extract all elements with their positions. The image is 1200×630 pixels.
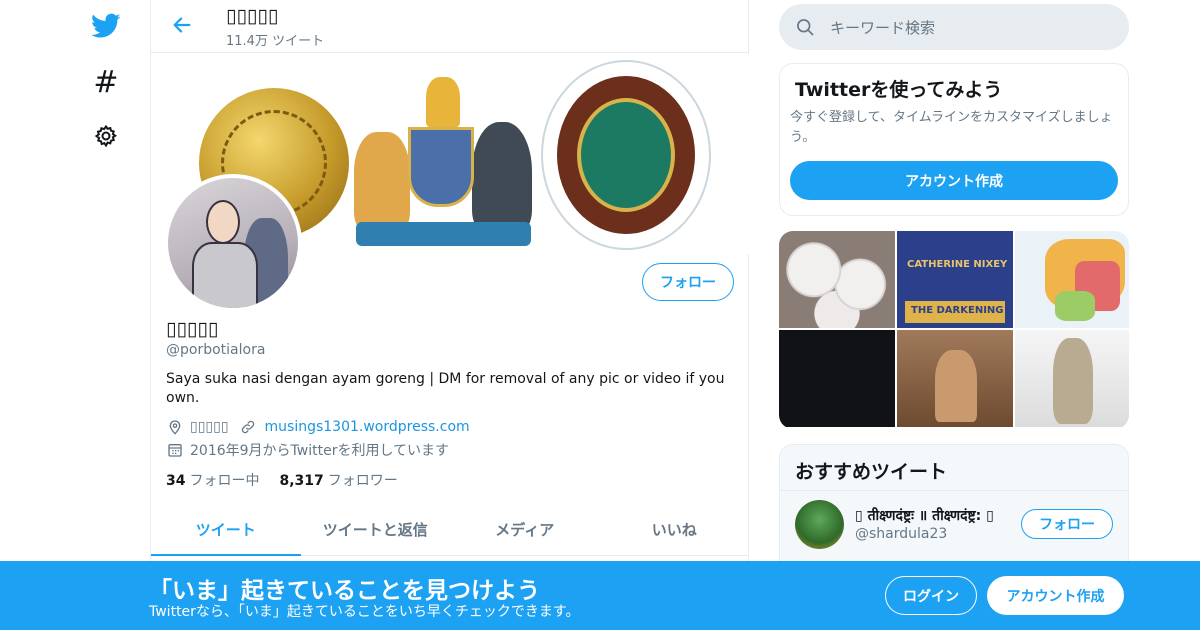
book-author-text: CATHERINE NIXEY (907, 259, 1008, 270)
signup-card-text: 今すぐ登録して、タイムラインをカスタマイズしましょう。 (790, 110, 1113, 145)
profile-column: ▯▯▯▯▯ 11.4万 ツイート フォロー ▯▯▯▯▯ @porbotialor… (150, 0, 749, 630)
search-icon (795, 17, 815, 37)
create-account-button[interactable]: アカウント作成 (790, 161, 1118, 200)
bottom-bar-title: 「いま」起きていることを見つけよう (149, 578, 540, 604)
header-display-name: ▯▯▯▯▯ (226, 5, 279, 27)
following-stat[interactable]: 34 フォロー中 (166, 470, 259, 490)
back-arrow-icon[interactable] (165, 8, 199, 42)
signup-card-title: Twitterを使ってみよう (795, 79, 1003, 101)
twitter-bird-icon[interactable] (86, 6, 126, 46)
crest-lion (354, 132, 410, 232)
profile-tabs: ツイート ツイートと返信 メディア いいね (151, 504, 749, 556)
profile-stats: 34 フォロー中 8,317 フォロワー (166, 470, 418, 490)
left-nav: # (0, 0, 150, 630)
media-thumb-book[interactable]: CATHERINE NIXEY THE DARKENING (897, 231, 1013, 328)
media-thumbnail-grid: CATHERINE NIXEY THE DARKENING (779, 231, 1129, 429)
search-placeholder: キーワード検索 (830, 18, 936, 37)
bottom-bar-subtitle: Twitterなら、「いま」起きていることをいち早くチェックできます。 (149, 604, 580, 620)
recommended-user-handle[interactable]: @shardula23 (855, 526, 947, 542)
profile-header-bar: ▯▯▯▯▯ 11.4万 ツイート (151, 0, 749, 53)
followers-label: フォロワー (327, 473, 398, 489)
media-thumb-map[interactable] (1015, 231, 1129, 328)
divider (780, 490, 1128, 491)
statue-figure (1053, 338, 1093, 424)
profile-display-name: ▯▯▯▯▯ (166, 318, 219, 340)
search-input[interactable]: キーワード検索 (779, 4, 1129, 50)
location-pin-icon (166, 418, 184, 436)
sculpture-figure (935, 350, 977, 422)
tab-tweets-and-replies[interactable]: ツイートと返信 (301, 504, 451, 555)
tab-tweets[interactable]: ツイート (151, 504, 301, 556)
map-region (1055, 291, 1095, 321)
media-thumb-food[interactable] (779, 231, 895, 328)
follow-button[interactable]: フォロー (642, 263, 734, 301)
crest-shield (408, 127, 474, 207)
signup-card: Twitterを使ってみよう 今すぐ登録して、タイムラインをカスタマイズしましょ… (779, 63, 1129, 216)
following-count: 34 (166, 473, 186, 489)
profile-location: ▯▯▯▯▯ (190, 419, 229, 435)
recommended-user-name[interactable]: ▯ तीक्ष्णदंष्ट्रः ॥ तीक्ष्णदंष्ट्र: ▯ (855, 506, 1015, 525)
profile-meta-location-url: ▯▯▯▯▯ musings1301.wordpress.com (166, 418, 470, 436)
profile-bio: Saya suka nasi dengan ayam goreng | DM f… (166, 371, 725, 406)
recommended-title: おすすめツイート (795, 461, 948, 483)
tab-media[interactable]: メディア (450, 504, 600, 555)
profile-meta-joined: 2016年9月からTwitterを利用しています (166, 440, 449, 460)
avatar-figure-body (192, 242, 258, 308)
followers-count: 8,317 (279, 473, 324, 489)
profile-website-link[interactable]: musings1301.wordpress.com (265, 419, 470, 435)
recommended-user-avatar[interactable] (795, 500, 844, 549)
book-title-text: THE DARKENING (911, 305, 1004, 316)
login-button[interactable]: ログイン (885, 576, 977, 615)
banner-emblem-medallion (541, 60, 711, 250)
profile-handle: @porbotialora (166, 342, 266, 358)
profile-avatar[interactable] (164, 174, 302, 312)
signup-button[interactable]: アカウント作成 (987, 576, 1124, 615)
header-tweet-count: 11.4万 ツイート (226, 34, 325, 49)
recommended-follow-button[interactable]: フォロー (1021, 509, 1113, 539)
calendar-icon (166, 441, 184, 459)
signup-banner-bar: 「いま」起きていることを見つけよう Twitterなら、「いま」起きていることを… (0, 561, 1200, 630)
media-thumb-sculpture[interactable] (897, 330, 1013, 427)
link-icon (239, 418, 257, 436)
media-thumb-dark[interactable] (779, 330, 895, 427)
crest-crown (426, 77, 460, 127)
medallion-core (577, 98, 675, 212)
profile-joined-date: 2016年9月からTwitterを利用しています (190, 443, 450, 459)
avatar-figure-head (206, 200, 240, 244)
crest-elephant (472, 122, 532, 232)
hashtag-icon[interactable]: # (86, 62, 126, 102)
media-thumb-statue[interactable] (1015, 330, 1129, 427)
banner-coat-of-arms (346, 72, 536, 247)
gear-icon[interactable] (86, 116, 126, 156)
following-label: フォロー中 (189, 473, 260, 489)
followers-stat[interactable]: 8,317 フォロワー (279, 470, 397, 490)
crest-ribbon (356, 222, 531, 246)
tab-likes[interactable]: いいね (600, 504, 750, 555)
